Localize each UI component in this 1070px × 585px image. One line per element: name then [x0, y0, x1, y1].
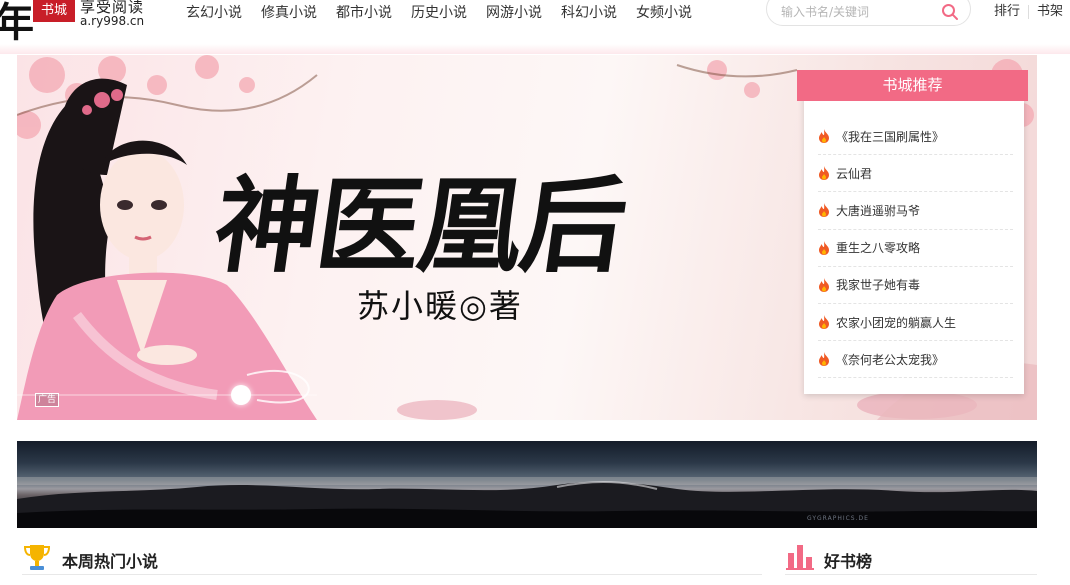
section-title-rank: 好书榜	[824, 552, 873, 571]
ad-tag: 广告	[35, 393, 60, 407]
search-box	[766, 0, 971, 26]
section-title-hot: 本周热门小说	[62, 552, 159, 571]
recommend-item-label: 重生之八零攻略	[836, 241, 921, 256]
list-item[interactable]: 我家世子她有毒	[818, 267, 1013, 304]
fire-icon	[819, 129, 829, 144]
list-item[interactable]: 《奈何老公太宠我》	[818, 341, 1013, 379]
banner-book-title: 神医凰后	[207, 164, 633, 287]
top-links: 排行 书架	[994, 3, 1063, 21]
recommend-list: 《我在三国刷属性》 云仙君 大唐逍遥驸马爷 重生之八零攻略 我家世子她有毒 农家…	[818, 118, 1013, 379]
image-watermark: GYGRAPHICS.DE	[807, 515, 869, 522]
recommend-item-label: 大唐逍遥驸马爷	[836, 203, 921, 218]
landscape-banner[interactable]: GYGRAPHICS.DE	[17, 441, 1037, 528]
recommend-item-label: 农家小团宠的躺赢人生	[836, 315, 957, 330]
fire-icon	[819, 352, 829, 367]
list-item[interactable]: 重生之八零攻略	[818, 230, 1013, 267]
carousel-dot[interactable]	[231, 385, 251, 405]
nav-item-xuanhuan[interactable]: 玄幻小说	[186, 3, 242, 23]
site-header: 年 书城 享受阅读 a.ry998.cn 玄幻小说 修真小说 都市小说 历史小说…	[0, 0, 1070, 46]
fire-icon	[819, 315, 829, 330]
good-books-header: 好书榜	[785, 541, 1037, 575]
main-nav: 玄幻小说 修真小说 都市小说 历史小说 网游小说 科幻小说 女频小说	[186, 3, 711, 23]
recommend-item-label: 《奈何老公太宠我》	[836, 352, 945, 367]
recommend-item-label: 《我在三国刷属性》	[836, 129, 945, 144]
landscape-image	[17, 477, 1037, 528]
fire-icon	[819, 240, 829, 255]
hot-novels-header: 本周热门小说	[22, 541, 762, 575]
trophy-icon	[24, 545, 50, 570]
logo-character: 年	[0, 0, 34, 46]
bookshelf-link[interactable]: 书架	[1037, 3, 1063, 21]
link-divider	[1028, 5, 1030, 19]
site-logo[interactable]: 年 书城 享受阅读 a.ry998.cn	[0, 0, 150, 46]
page: { "header": { "logo": { "char": "年", "se…	[0, 0, 1070, 585]
list-item[interactable]: 大唐逍遥驸马爷	[818, 192, 1013, 230]
list-item[interactable]: 农家小团宠的躺赢人生	[818, 304, 1013, 342]
logo-seal: 书城	[33, 0, 75, 22]
search-icon[interactable]	[941, 3, 959, 21]
fire-icon	[819, 277, 829, 292]
search-input[interactable]	[781, 2, 931, 22]
recommend-item-label: 云仙君	[836, 166, 873, 181]
nav-item-xiuzhen[interactable]: 修真小说	[261, 3, 317, 23]
nav-item-kehuan[interactable]: 科幻小说	[561, 3, 617, 23]
bar-chart-icon	[786, 545, 814, 570]
logo-domain: a.ry998.cn	[80, 14, 145, 28]
rank-link[interactable]: 排行	[994, 3, 1020, 21]
list-item[interactable]: 《我在三国刷属性》	[818, 118, 1013, 156]
recommend-item-label: 我家世子她有毒	[836, 278, 921, 293]
nav-item-lishi[interactable]: 历史小说	[411, 3, 467, 23]
nav-item-nvpin[interactable]: 女频小说	[636, 3, 692, 23]
header-divider-band	[0, 44, 1070, 54]
banner-author: 苏小暖◎著	[357, 287, 523, 325]
nav-item-dushi[interactable]: 都市小说	[336, 3, 392, 23]
fire-icon	[819, 166, 829, 181]
fire-icon	[819, 203, 829, 218]
recommend-title: 书城推荐	[797, 70, 1028, 101]
list-item[interactable]: 云仙君	[818, 155, 1013, 193]
nav-item-wangyou[interactable]: 网游小说	[486, 3, 542, 23]
